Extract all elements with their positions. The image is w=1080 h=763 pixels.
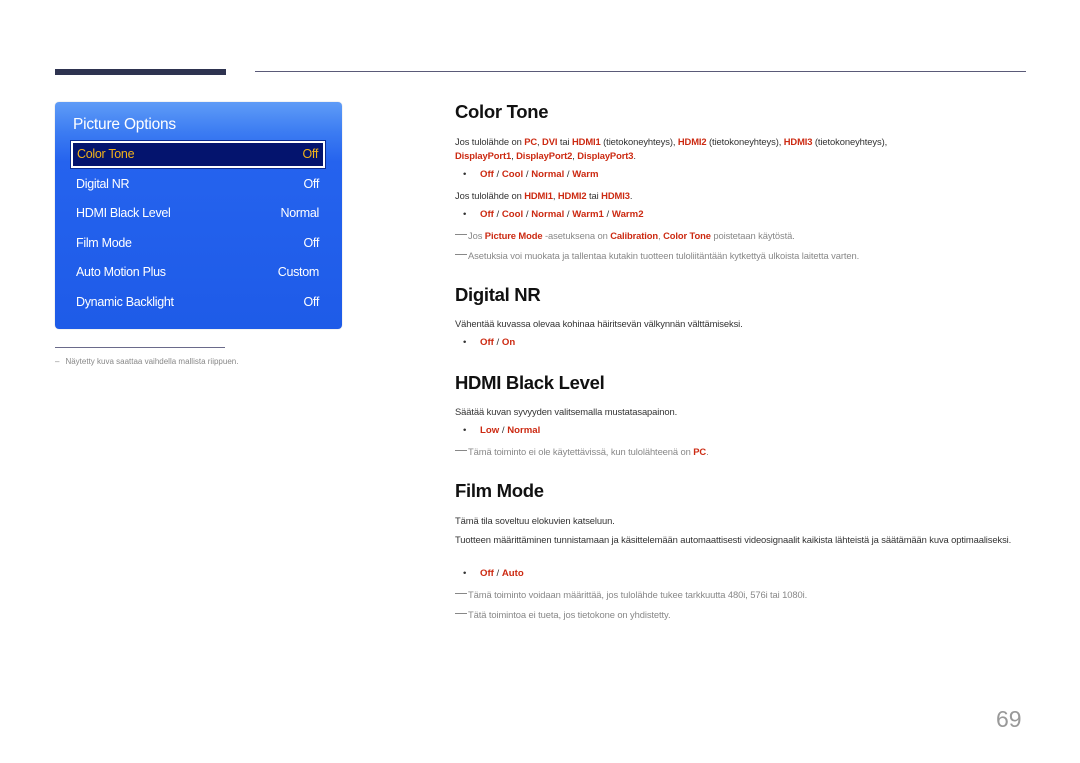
film-mode-options: • Off / Auto [463,568,524,579]
color-tone-note-2: Asetuksia voi muokata ja tallentaa kutak… [455,249,1030,263]
menu-item-value: Off [303,295,319,309]
color-tone-options-1: • Off / Cool / Normal / Warm [463,169,599,180]
menu-item-value: Normal [280,206,320,220]
note-dash [455,593,467,594]
menu-item-auto-motion-plus[interactable]: Auto Motion Plus Custom [71,259,325,286]
film-mode-note-1: Tämä toiminto voidaan määrittää, jos tul… [455,588,1030,602]
note-dash [455,613,467,614]
header-bar-accent [55,69,226,75]
menu-item-label: Dynamic Backlight [76,295,174,309]
menu-item-label: Film Mode [76,236,132,250]
menu-item-color-tone[interactable]: Color Tone Off [70,140,326,169]
color-tone-paragraph-1: Jos tulolähde on PC, DVI tai HDMI1 (tiet… [455,136,888,161]
film-mode-paragraph-1: Tämä tila soveltuu elokuvien katseluun. [455,515,615,526]
note-dash [455,450,467,451]
hdmi-black-level-paragraph: Säätää kuvan syvyyden valitsemalla musta… [455,406,678,417]
film-mode-paragraph-2: Tuotteen määrittäminen tunnistamaan ja k… [455,534,1012,545]
menu-item-dynamic-backlight[interactable]: Dynamic Backlight Off [71,289,325,316]
menu-item-hdmi-black-level[interactable]: HDMI Black Level Normal [71,200,325,227]
menu-item-label: Digital NR [76,177,130,191]
footnote-dash: – [55,357,60,366]
note-dash [455,254,467,255]
menu-item-value: Custom [277,265,320,279]
menu-item-value: Off [302,147,318,161]
menu-item-label: Color Tone [77,147,135,161]
footnote-text: Näytetty kuva saattaa vaihdella mallista… [65,357,239,366]
picture-options-menu: Picture Options Color Tone Off Digital N… [55,102,342,329]
menu-item-digital-nr[interactable]: Digital NR Off [71,171,325,198]
footnote: – Näytetty kuva saattaa vaihdella mallist… [55,357,238,366]
page-number: 69 [996,706,1022,732]
hdmi-black-level-note: Tämä toiminto ei ole käytettävissä, kun … [455,445,1030,459]
note-dash [455,234,467,235]
digital-nr-options: • Off / On [463,337,516,348]
menu-item-label: Auto Motion Plus [76,265,166,279]
menu-title: Picture Options [73,116,176,133]
menu-item-value: Off [303,236,319,250]
footnote-rule [55,347,225,348]
digital-nr-paragraph: Vähentää kuvassa olevaa kohinaa häiritse… [455,318,743,329]
color-tone-paragraph-2: Jos tulolähde on HDMI1, HDMI2 tai HDMI3. [455,190,633,201]
color-tone-options-2: • Off / Cool / Normal / Warm1 / Warm2 [463,209,644,220]
section-title-digital-nr: Digital NR [455,284,541,305]
menu-item-film-mode[interactable]: Film Mode Off [71,230,325,257]
hdmi-black-level-options: • Low / Normal [463,425,541,436]
section-title-hdmi-black-level: HDMI Black Level [455,372,605,393]
film-mode-note-2: Tätä toimintoa ei tueta, jos tietokone o… [455,608,1030,622]
menu-item-label: HDMI Black Level [76,206,171,220]
section-title-film-mode: Film Mode [455,480,544,501]
menu-item-value: Off [303,177,319,191]
section-title-color-tone: Color Tone [455,101,549,122]
header-rule [255,71,1026,72]
color-tone-note-1: Jos Picture Mode -asetuksena on Calibrat… [455,229,1030,243]
